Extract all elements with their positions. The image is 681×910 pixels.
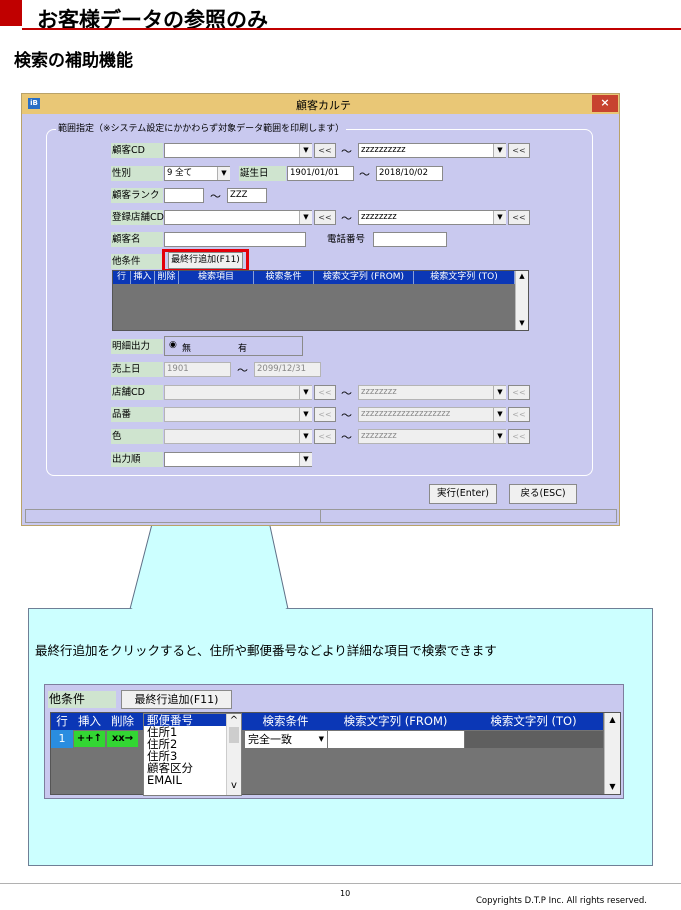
zoom-col-insert: 挿入 [73, 713, 106, 730]
zoom-delete-button[interactable]: xx→ [107, 731, 138, 747]
zoom-grid: 行 挿入 削除 検索条件 検索文字列 (FROM) 検索文字列 (TO) ▲ ▼… [50, 712, 621, 795]
zoom-condition-select[interactable]: 完全一致 ▼ [245, 731, 327, 748]
zoom-other-label: 他条件 [48, 691, 116, 708]
zoom-col-row: 行 [51, 713, 73, 730]
chevron-down-icon[interactable]: v [227, 779, 241, 792]
zoom-add-row-button[interactable]: 最終行追加(F11) [121, 690, 232, 709]
zoom-condition-value: 完全一致 [248, 733, 292, 746]
footer-divider [0, 883, 681, 884]
zoom-col-condition: 検索条件 [244, 713, 327, 730]
zoom-col-from: 検索文字列 (FROM) [327, 713, 464, 730]
copyright: Copyrights D.T.P Inc. All rights reserve… [476, 896, 647, 906]
zoom-grid-scrollbar[interactable]: ▲ ▼ [604, 713, 620, 794]
scroll-up-icon[interactable]: ▲ [605, 713, 620, 727]
page-number: 10 [340, 889, 351, 898]
zoom-insert-button[interactable]: ++↑ [74, 731, 105, 747]
zoom-row-number: 1 [51, 730, 73, 748]
callout-text: 最終行追加をクリックすると、住所や郵便番号などより詳細な項目で検索できます [35, 643, 497, 658]
scroll-down-icon[interactable]: ▼ [605, 780, 620, 794]
dropdown-scroll-thumb[interactable] [229, 727, 239, 743]
zoom-from-input[interactable] [328, 731, 464, 748]
search-item-dropdown[interactable]: 郵便番号 住所1 住所2 住所3 顧客区分 EMAIL ^ v [143, 713, 242, 796]
zoom-col-delete: 削除 [106, 713, 139, 730]
zoom-to-input[interactable] [465, 731, 603, 748]
chevron-down-icon[interactable]: ▼ [319, 731, 324, 748]
zoom-col-to: 検索文字列 (TO) [464, 713, 603, 730]
chevron-up-icon[interactable]: ^ [227, 714, 241, 727]
zoomed-conditions-panel: 他条件 最終行追加(F11) 行 挿入 削除 検索条件 検索文字列 (FROM)… [44, 684, 624, 799]
dropdown-scrollbar[interactable]: ^ v [226, 714, 241, 795]
